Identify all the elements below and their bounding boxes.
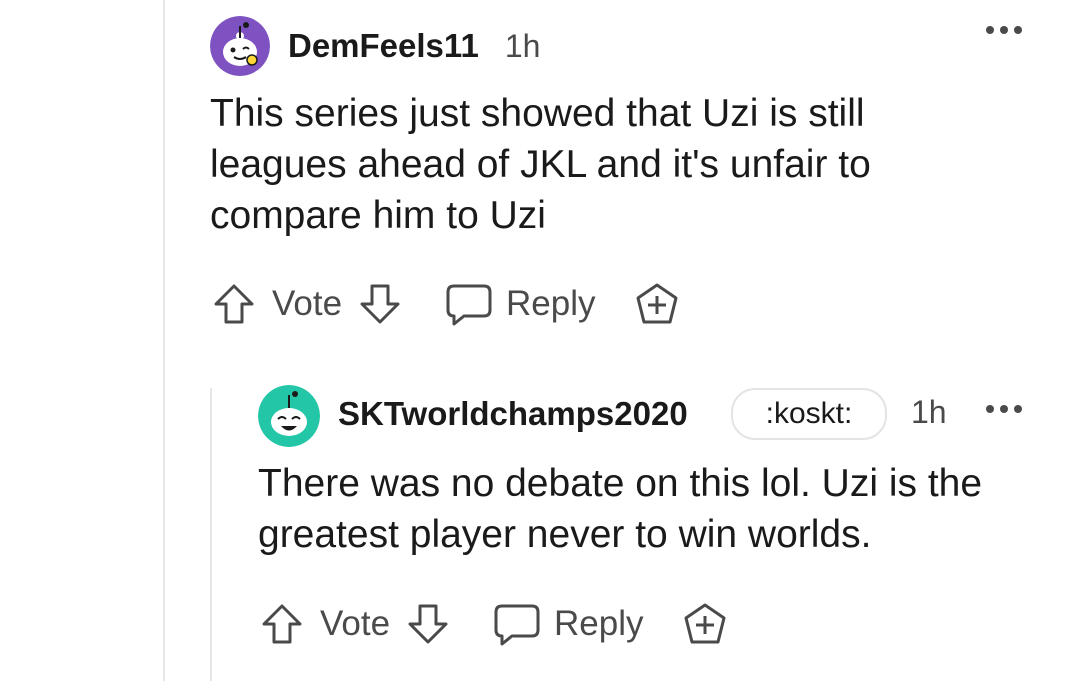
avatar[interactable] [258, 385, 320, 447]
timestamp: 1h [911, 394, 947, 430]
user-flair: :koskt: [731, 388, 887, 440]
upvote-icon [214, 284, 254, 324]
snoo-avatar-icon [210, 16, 270, 76]
thread-line-root[interactable] [163, 0, 165, 681]
award-button[interactable] [632, 280, 682, 330]
award-plus-icon [636, 283, 678, 324]
vote-label: Vote [320, 604, 391, 643]
snoo-avatar-icon [258, 385, 320, 447]
upvote-button[interactable] [210, 280, 258, 328]
reply-label[interactable]: Reply [554, 604, 643, 644]
comment-thread: DemFeels11 1h This series just showed th… [0, 0, 1075, 681]
ellipsis-icon [986, 405, 1022, 413]
more-options-button[interactable] [984, 24, 1024, 36]
reply-label[interactable]: Reply [506, 284, 595, 324]
upvote-icon [262, 604, 302, 644]
timestamp: 1h [504, 27, 541, 64]
flair-text: :koskt: [765, 397, 853, 430]
ellipsis-icon [986, 26, 1022, 34]
vote-label: Vote [272, 284, 343, 323]
username[interactable]: SKTworldchamps2020 [338, 395, 688, 433]
award-plus-icon [684, 603, 726, 644]
username[interactable]: DemFeels11 [288, 27, 479, 65]
upvote-button[interactable] [258, 600, 306, 648]
avatar[interactable] [210, 16, 270, 76]
downvote-button[interactable] [404, 600, 452, 648]
comment-body: This series just showed that Uzi is stil… [210, 92, 871, 237]
downvote-button[interactable] [356, 280, 404, 328]
comment-header: DemFeels11 1h [288, 24, 540, 68]
award-button[interactable] [680, 600, 730, 650]
more-options-button[interactable] [984, 403, 1024, 415]
downvote-icon [360, 284, 400, 324]
thread-line-reply[interactable] [210, 388, 212, 681]
downvote-icon [408, 604, 448, 644]
comment-header: SKTworldchamps2020 [338, 392, 688, 436]
comment-body: There was no debate on this lol. Uzi is … [258, 462, 983, 556]
reply-bubble-icon [494, 604, 540, 646]
reply-bubble-icon [446, 284, 492, 326]
